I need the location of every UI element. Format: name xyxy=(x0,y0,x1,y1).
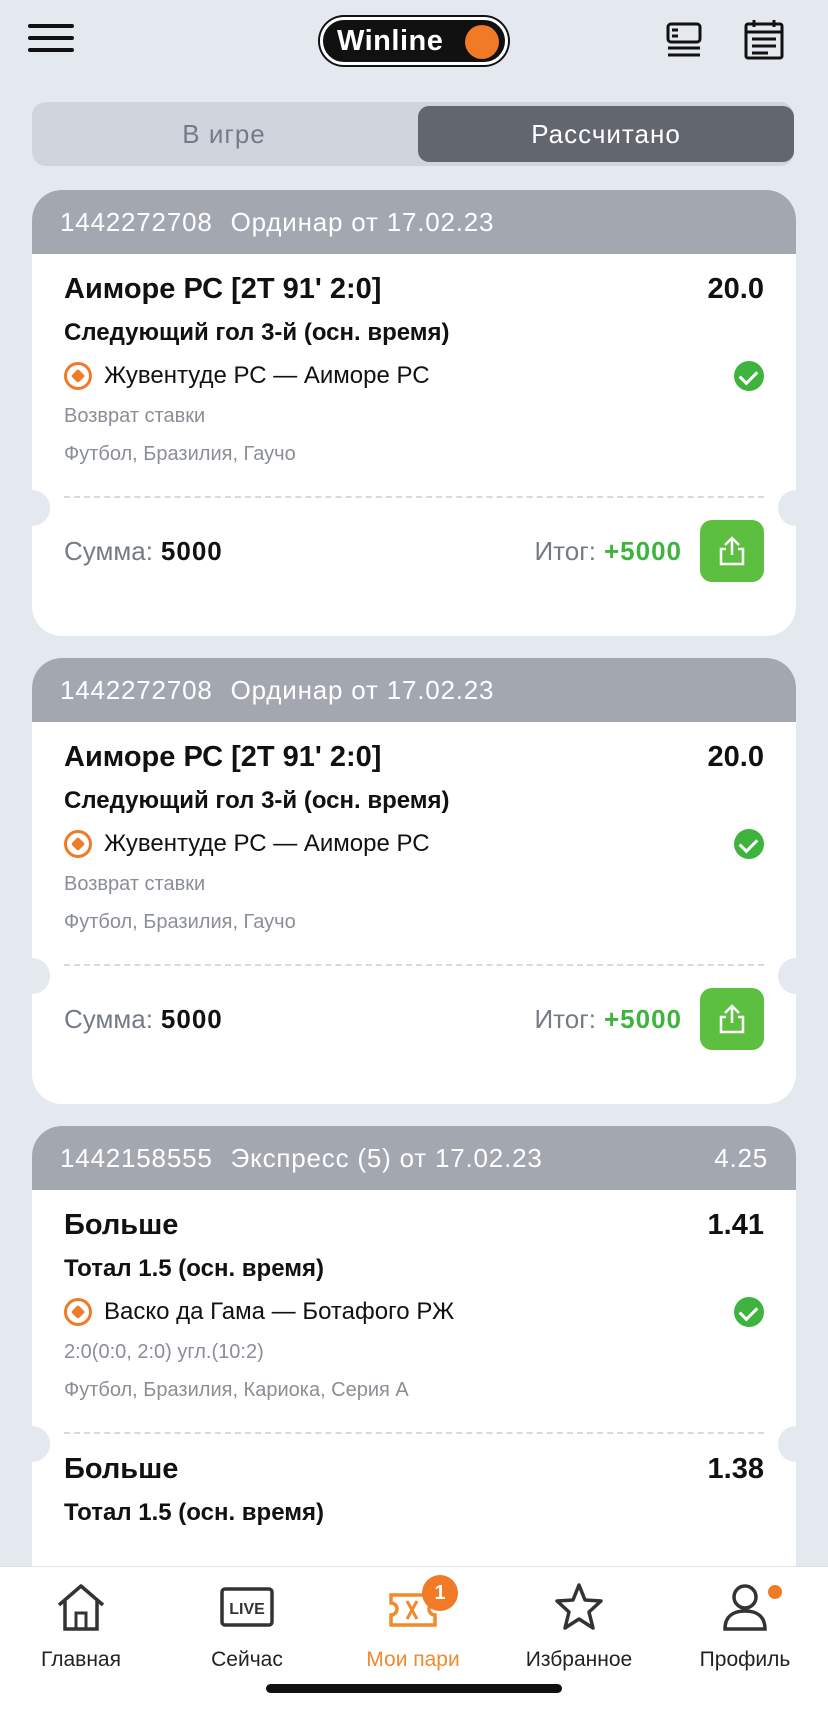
bet-id: 1442272708 xyxy=(60,206,213,237)
won-check-icon xyxy=(734,829,764,859)
tab-my-bets[interactable]: 1 Мои пари xyxy=(338,1575,488,1672)
bet-selection: Аиморе РС [2Т 91' 2:0] 20.0 Следующий го… xyxy=(32,722,796,938)
profile-icon xyxy=(723,1584,767,1631)
selection-event: Васко да Гама — Ботафого РЖ xyxy=(104,1298,455,1325)
selection-market: Тотал 1.5 (осн. время) xyxy=(64,1255,324,1282)
tab-settled[interactable]: Рассчитано xyxy=(418,106,794,162)
app-header: Winline xyxy=(0,0,828,84)
result-label: Итог: xyxy=(534,535,596,566)
share-button[interactable] xyxy=(700,988,764,1050)
bet-selection: Аиморе РС [2Т 91' 2:0] 20.0 Следующий го… xyxy=(32,254,796,470)
tab-label: Сейчас xyxy=(211,1648,283,1671)
bet-card-header: 1442272708 Ординар от 17.02.23 xyxy=(32,190,796,254)
profile-notification-dot xyxy=(768,1585,782,1599)
tab-label: Избранное xyxy=(525,1648,633,1671)
winline-logo[interactable]: Winline xyxy=(320,17,508,65)
sum-value: 5000 xyxy=(160,1003,223,1034)
won-check-icon xyxy=(734,1297,764,1327)
won-check-icon xyxy=(734,361,764,391)
notification-badge: 1 xyxy=(422,1575,458,1611)
selection-title: Больше xyxy=(64,1452,179,1485)
selection-event: Жувентуде РС — Аиморе РС xyxy=(104,830,430,857)
selection-score: 2:0(0:0, 2:0) угл.(10:2) xyxy=(64,1341,264,1363)
svg-text:LIVE: LIVE xyxy=(229,1601,265,1618)
selection-odds: 1.41 xyxy=(707,1208,764,1241)
selection-sport: Футбол, Бразилия, Кариока, Серия А xyxy=(64,1379,409,1401)
share-icon xyxy=(719,536,745,566)
selection-odds: 20.0 xyxy=(707,740,764,773)
bet-card[interactable]: 1442272708 Ординар от 17.02.23 Аиморе РС… xyxy=(32,658,796,1104)
sum-value: 5000 xyxy=(160,535,223,566)
star-icon xyxy=(555,1583,603,1630)
tab-label: Мои пари xyxy=(366,1648,460,1671)
football-icon xyxy=(64,1298,92,1326)
live-icon: LIVE xyxy=(220,1587,274,1627)
bet-type: Ординар от 17.02.23 xyxy=(230,674,495,705)
bet-footer: Сумма: 5000 Итог: +5000 xyxy=(32,498,796,604)
selection-market: Тотал 1.5 (осн. время) xyxy=(64,1499,324,1526)
tab-live[interactable]: LIVE Сейчас xyxy=(172,1581,322,1672)
card-divider xyxy=(64,964,764,966)
selection-odds: 20.0 xyxy=(707,272,764,305)
tab-in-game[interactable]: В игре xyxy=(36,106,412,162)
tab-label: Профиль xyxy=(699,1648,791,1671)
logo-dot-icon xyxy=(465,25,499,59)
football-icon xyxy=(64,362,92,390)
selection-market: Следующий гол 3-й (осн. время) xyxy=(64,319,450,346)
bet-id: 1442158555 xyxy=(60,1142,213,1173)
selection-note: Возврат ставки xyxy=(64,873,206,895)
selection-event: Жувентуде РС — Аиморе РС xyxy=(104,362,430,389)
ticket-notch xyxy=(778,958,814,994)
ticket-notch xyxy=(778,1426,814,1462)
selection-sport: Футбол, Бразилия, Гаучо xyxy=(64,443,296,465)
ticket-notch xyxy=(14,1426,50,1462)
selection-title: Аиморе РС [2Т 91' 2:0] xyxy=(64,740,382,773)
sum-label: Сумма: xyxy=(64,1003,153,1034)
home-indicator xyxy=(266,1684,562,1693)
bet-footer: Сумма: 5000 Итог: +5000 xyxy=(32,966,796,1072)
bet-card-header: 1442158555 Экспресс (5) от 17.02.23 4.25 xyxy=(32,1126,796,1190)
menu-icon[interactable] xyxy=(28,24,74,56)
selection-market: Следующий гол 3-й (осн. время) xyxy=(64,787,450,814)
tab-home[interactable]: Главная xyxy=(6,1581,156,1672)
football-icon xyxy=(64,830,92,858)
bets-segmented-control: В игре Рассчитано xyxy=(32,102,794,166)
bet-card-header: 1442272708 Ординар от 17.02.23 xyxy=(32,658,796,722)
total-odds: 4.25 xyxy=(714,1142,768,1173)
selection-title: Больше xyxy=(64,1208,179,1241)
tab-favorites[interactable]: Избранное xyxy=(504,1581,654,1672)
share-button[interactable] xyxy=(700,520,764,582)
calendar-icon[interactable] xyxy=(742,18,786,62)
ticket-notch xyxy=(14,490,50,526)
selection-sport: Футбол, Бразилия, Гаучо xyxy=(64,911,296,933)
ticket-notch xyxy=(778,490,814,526)
bet-type: Экспресс (5) от 17.02.23 xyxy=(230,1142,543,1173)
bet-id: 1442272708 xyxy=(60,674,213,705)
result-value: +5000 xyxy=(603,1003,682,1034)
logo-text: Winline xyxy=(337,24,444,57)
bet-selection: Больше 1.41 Тотал 1.5 (осн. время) Васко… xyxy=(32,1190,796,1406)
home-icon xyxy=(57,1584,105,1631)
selection-odds: 1.38 xyxy=(707,1452,764,1485)
bet-card[interactable]: 1442158555 Экспресс (5) от 17.02.23 4.25… xyxy=(32,1126,796,1626)
bet-card[interactable]: 1442272708 Ординар от 17.02.23 Аиморе РС… xyxy=(32,190,796,636)
ticket-notch xyxy=(14,958,50,994)
bet-selection: Больше 1.38 Тотал 1.5 (осн. время) xyxy=(32,1434,796,1530)
card-divider xyxy=(64,496,764,498)
share-icon xyxy=(719,1004,745,1034)
tab-profile[interactable]: Профиль xyxy=(670,1581,820,1672)
sum-label: Сумма: xyxy=(64,535,153,566)
tab-label: Главная xyxy=(41,1648,121,1671)
bet-type: Ординар от 17.02.23 xyxy=(230,206,495,237)
result-value: +5000 xyxy=(603,535,682,566)
coupon-stack-icon[interactable] xyxy=(662,18,706,62)
selection-title: Аиморе РС [2Т 91' 2:0] xyxy=(64,272,382,305)
result-label: Итог: xyxy=(534,1003,596,1034)
selection-note: Возврат ставки xyxy=(64,405,206,427)
